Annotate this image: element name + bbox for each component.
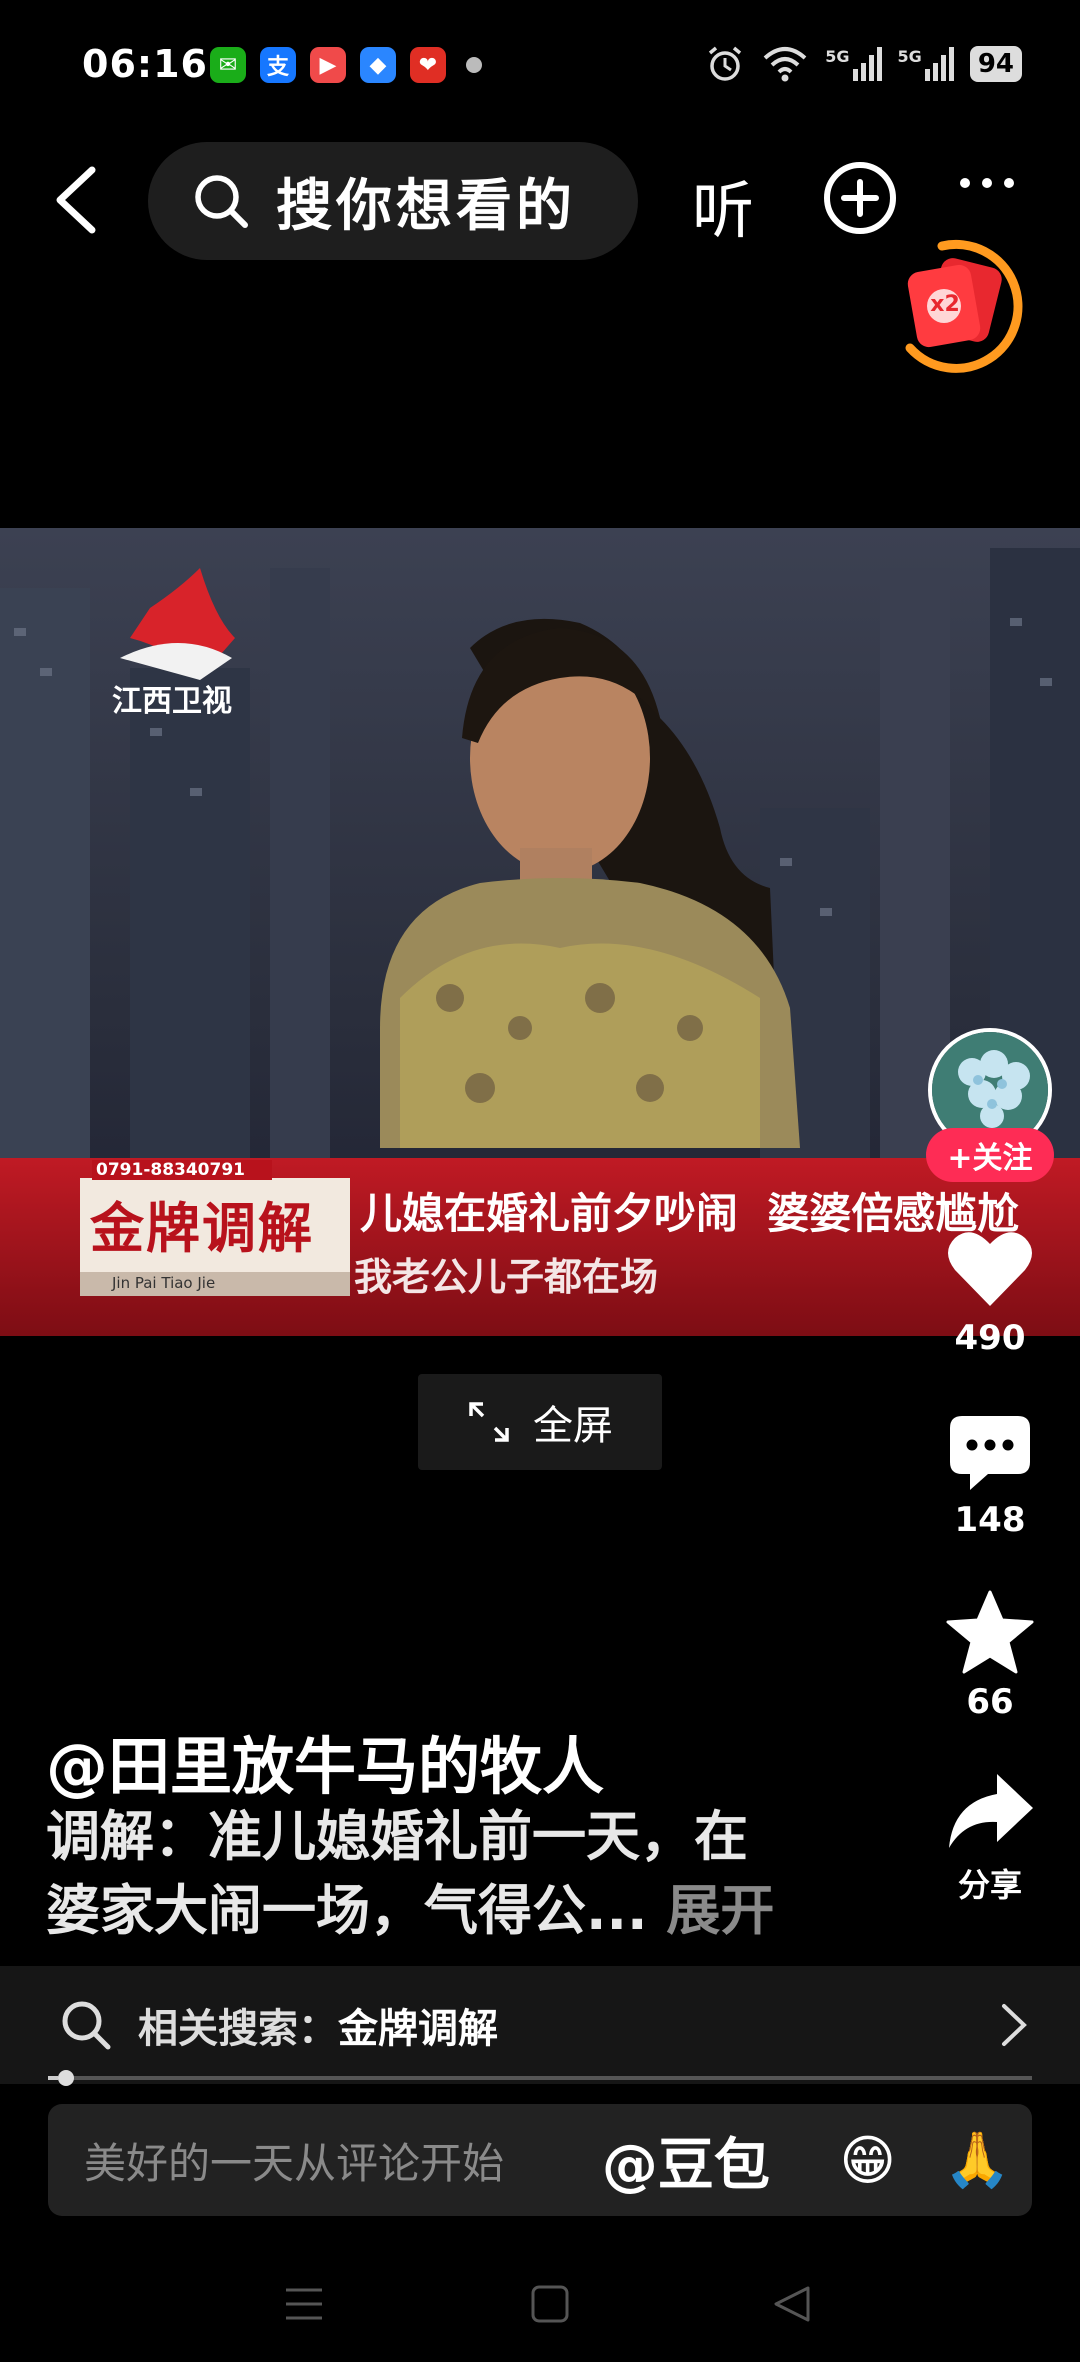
expand-icon: [469, 1402, 509, 1442]
grin-emoji-button[interactable]: 😁: [813, 2129, 923, 2192]
browser-app-icon: ◆: [360, 47, 396, 83]
hotline-text: 0791-88340791: [96, 1160, 245, 1180]
search-placeholder: 搜你想看的: [276, 173, 576, 239]
more-dot: [960, 178, 970, 188]
related-search-bar[interactable]: 相关搜索： 金牌调解: [0, 1966, 1080, 2084]
share-button[interactable]: 分享: [930, 1770, 1050, 1906]
comment-button[interactable]: 148: [930, 1414, 1050, 1540]
favorite-button[interactable]: 66: [930, 1590, 1050, 1722]
search-icon: [62, 2001, 111, 2050]
alarm-icon: [709, 46, 742, 81]
description-line-1: 调解：准儿媳婚礼前一天，在: [46, 1805, 748, 1868]
comment-icon: [950, 1416, 1030, 1490]
show-name-text: 金牌调解: [90, 1197, 314, 1260]
related-search-term: 金牌调解: [338, 2006, 498, 2052]
back-button[interactable]: [48, 160, 108, 240]
status-bar: 06:16 ✉ 支 ▶ ◆ ❤ 5G 5G 94: [0, 0, 1080, 130]
author-name[interactable]: @田里放牛马的牧人: [46, 1716, 604, 1806]
video-progress-bar[interactable]: [48, 2070, 1032, 2086]
wechat-icon: ✉: [210, 47, 246, 83]
more-notifications-dot: [466, 57, 482, 73]
home-icon[interactable]: [530, 2284, 570, 2324]
subtitle-text: 我老公儿子都在场: [354, 1255, 659, 1299]
description-line-2: 婆家大闹一场，气得公... 展开: [46, 1874, 826, 1948]
comment-count: 148: [954, 1500, 1026, 1540]
red-packet-reward-button[interactable]: x2: [882, 228, 1032, 378]
like-button[interactable]: 490: [930, 1226, 1050, 1358]
show-pinyin-text: Jin Pai Tiao Jie: [112, 1274, 216, 1292]
alipay-icon: 支: [260, 47, 296, 83]
follow-button[interactable]: +关注: [926, 1128, 1054, 1182]
fullscreen-button[interactable]: 全屏: [418, 1374, 662, 1470]
battery-indicator: 94: [969, 46, 1022, 82]
comment-input[interactable]: 美好的一天从评论开始 @豆包 😁 🙏: [48, 2104, 1032, 2216]
notification-icons: ✉ 支 ▶ ◆ ❤: [210, 47, 482, 83]
search-input[interactable]: 搜你想看的: [148, 142, 638, 260]
share-label: 分享: [957, 1866, 1022, 1904]
channel-logo-text: 江西卫视: [112, 684, 232, 719]
plus-circle-icon: [824, 162, 896, 234]
headline-text: 儿媳在婚礼前夕吵闹 婆婆倍感尴尬: [360, 1189, 1020, 1238]
status-time: 06:16: [82, 42, 208, 86]
video-description[interactable]: 调解：准儿媳婚礼前一天，在 婆家大闹一场，气得公... 展开: [46, 1800, 826, 1948]
progress-handle[interactable]: [57, 2070, 74, 2086]
video-app-icon: ▶: [310, 47, 346, 83]
pinduoduo-icon: ❤: [410, 47, 446, 83]
chevron-right-icon: [1002, 2004, 1027, 2046]
pray-emoji-button[interactable]: 🙏: [922, 2128, 1032, 2192]
signal-label-2: 5G: [897, 47, 922, 66]
signal-5g-icon-1: 5G: [825, 47, 882, 81]
red-packet-badge: x2: [930, 292, 960, 317]
wifi-icon: [763, 47, 807, 82]
video-player[interactable]: 江西卫视 0791-88340791 金牌调解 Jin Pai Tiao Jie…: [0, 528, 1080, 1336]
star-icon: [946, 1590, 1034, 1674]
favorite-count: 66: [966, 1682, 1014, 1722]
more-dot: [1004, 178, 1014, 188]
progress-fill: [48, 2076, 58, 2080]
description-line-2-text: 婆家大闹一场，气得公...: [46, 1879, 648, 1942]
chevron-left-icon: [56, 166, 96, 234]
listen-button[interactable]: 听: [692, 160, 754, 250]
system-icons: 5G 5G 94: [705, 44, 1022, 84]
add-button[interactable]: [822, 160, 898, 236]
share-arrow-icon: [949, 1774, 1033, 1848]
expand-description-link[interactable]: 展开: [666, 1879, 774, 1942]
related-search-label: 相关搜索：: [138, 2006, 338, 2052]
fullscreen-label: 全屏: [533, 1403, 613, 1449]
menu-icon[interactable]: [284, 2284, 324, 2324]
signal-5g-icon-2: 5G: [898, 47, 954, 81]
mention-doubao-button[interactable]: @豆包: [602, 2120, 813, 2201]
search-icon: [195, 175, 248, 228]
heart-icon: [948, 1232, 1032, 1306]
like-count: 490: [954, 1318, 1026, 1358]
system-nav-bar: [0, 2250, 1080, 2362]
back-triangle-icon[interactable]: [772, 2284, 812, 2324]
more-dot: [982, 178, 992, 188]
signal-label-1: 5G: [825, 47, 850, 66]
more-options-button[interactable]: [960, 178, 1014, 188]
comment-placeholder: 美好的一天从评论开始: [84, 2138, 505, 2188]
